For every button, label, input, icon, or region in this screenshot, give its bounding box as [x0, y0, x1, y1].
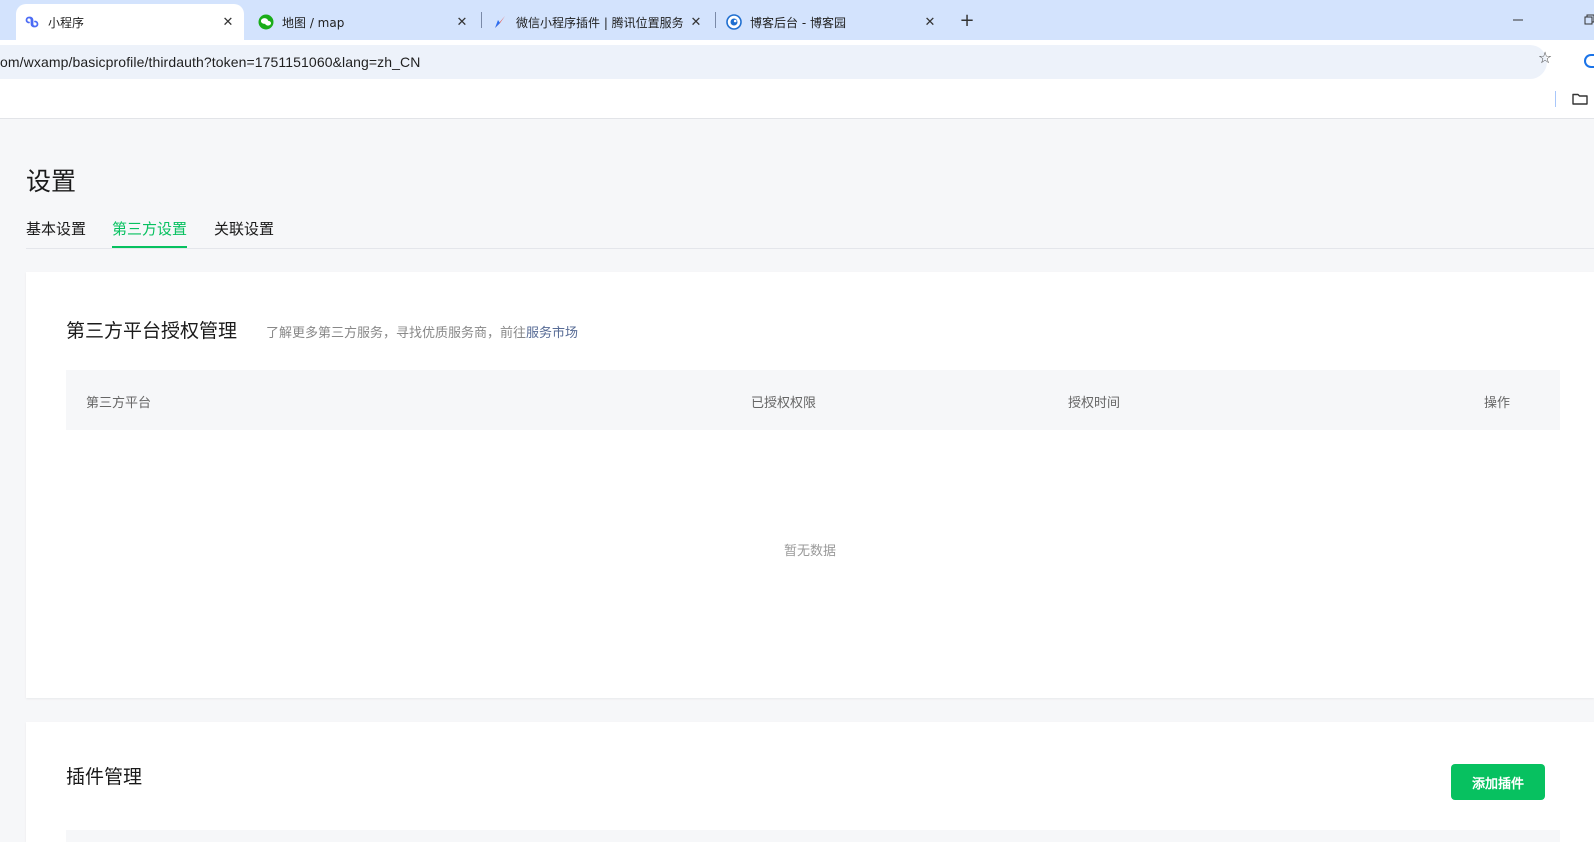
bookmarks-bar	[0, 80, 1594, 119]
section-title: 插件管理	[66, 766, 143, 788]
browser-tab-cnblogs[interactable]: 博客后台 - 博客园 ✕	[718, 4, 946, 40]
tencent-location-icon	[492, 14, 508, 30]
page-title: 设置	[26, 167, 77, 196]
plugin-management-card: 插件管理 添加插件	[26, 722, 1594, 842]
browser-tab-tencent-location[interactable]: 微信小程序插件 | 腾讯位置服务 ✕	[484, 4, 712, 40]
cnblogs-icon	[726, 14, 742, 30]
table-header: 第三方平台 已授权权限 授权时间 操作	[66, 370, 1560, 430]
browser-tab-title: 地图 / map	[282, 15, 345, 30]
minimize-window-icon[interactable]	[1506, 8, 1530, 32]
browser-tab-mini-program[interactable]: 小程序 ✕	[16, 4, 244, 40]
section-description: 了解更多第三方服务，寻找优质服务商，前往服务市场	[266, 322, 578, 341]
tab-basic-settings[interactable]: 基本设置	[26, 218, 86, 246]
browser-tab-map[interactable]: 地图 / map ✕	[250, 4, 478, 40]
close-tab-icon[interactable]: ✕	[220, 14, 236, 30]
browser-tab-title: 博客后台 - 博客园	[750, 15, 846, 30]
profile-icon[interactable]	[1584, 54, 1594, 68]
column-header-permissions: 已授权权限	[751, 396, 817, 411]
browser-tab-bar: 小程序 ✕ 地图 / map ✕ 微信小程序插件 | 腾讯位置服务 ✕ 博客后台…	[0, 0, 1594, 40]
add-plugin-button[interactable]: 添加插件	[1451, 764, 1545, 800]
column-header-auth-time: 授权时间	[1068, 396, 1121, 411]
browser-toolbar: om/wxamp/basicprofile/thirdauth?token=17…	[0, 40, 1594, 80]
address-bar[interactable]: om/wxamp/basicprofile/thirdauth?token=17…	[0, 45, 1547, 79]
table-header	[66, 830, 1560, 842]
mini-program-icon	[24, 14, 40, 30]
third-party-auth-card: 第三方平台授权管理 了解更多第三方服务，寻找优质服务商，前往服务市场 第三方平台…	[26, 272, 1594, 698]
browser-tab-title: 微信小程序插件 | 腾讯位置服务	[516, 15, 684, 30]
restore-window-icon[interactable]	[1578, 8, 1594, 32]
new-tab-plus-icon[interactable]: +	[955, 8, 979, 32]
column-header-actions: 操作	[1484, 396, 1511, 411]
section-title: 第三方平台授权管理	[66, 320, 238, 342]
settings-tabs: 基本设置 第三方设置 关联设置	[26, 216, 1594, 249]
close-tab-icon[interactable]: ✕	[688, 14, 704, 30]
tab-separator	[715, 12, 716, 28]
close-tab-icon[interactable]: ✕	[454, 14, 470, 30]
browser-tab-title: 小程序	[48, 15, 85, 30]
tab-related-settings[interactable]: 关联设置	[214, 218, 274, 246]
bookmarks-separator	[1555, 91, 1556, 107]
service-market-link[interactable]: 服务市场	[526, 326, 578, 341]
close-tab-icon[interactable]: ✕	[922, 14, 938, 30]
tab-separator	[481, 12, 482, 28]
tab-third-party-settings[interactable]: 第三方设置	[112, 218, 188, 248]
bookmark-star-icon[interactable]: ☆	[1535, 47, 1555, 67]
folder-icon[interactable]	[1571, 90, 1589, 108]
description-text: 了解更多第三方服务，寻找优质服务商，前往	[266, 326, 527, 341]
empty-state-text: 暂无数据	[783, 544, 836, 559]
wechat-icon	[258, 14, 274, 30]
column-header-platform: 第三方平台	[86, 396, 152, 411]
address-bar-url[interactable]: om/wxamp/basicprofile/thirdauth?token=17…	[0, 54, 420, 70]
